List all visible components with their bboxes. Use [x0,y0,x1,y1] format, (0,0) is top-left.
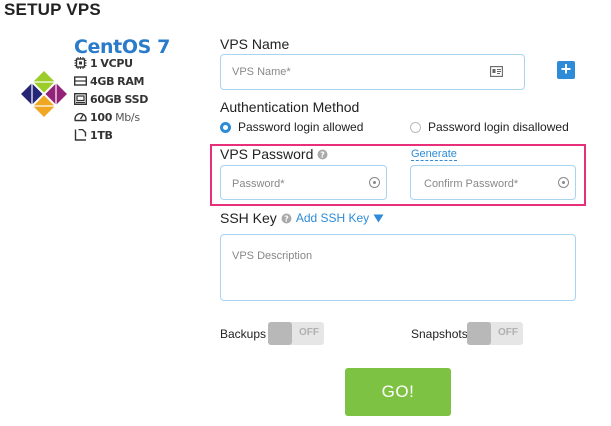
centos-logo-icon [18,68,70,120]
ram-icon [74,76,87,86]
radio-selected[interactable] [220,121,231,133]
password-input[interactable]: Password* [220,165,387,200]
spec-value: 1 [90,56,98,70]
snapshots-toggle[interactable]: OFF [467,322,523,345]
auth-option-label: Password login disallowed [428,120,569,134]
vps-description-placeholder: VPS Description [232,250,313,262]
go-button[interactable]: GO! [345,368,451,416]
vps-password-label: VPS Password [220,146,314,162]
svg-text:?: ? [284,214,289,223]
add-vps-button[interactable]: + [557,60,575,79]
speed-gauge-icon [74,112,87,122]
toggle-state: OFF [299,327,319,338]
spec-unit: Mb/s [115,110,140,124]
spec-bandwidth: 1TB [74,127,113,143]
radio-unselected[interactable] [410,121,421,133]
caret-down-icon[interactable] [373,214,384,223]
help-icon[interactable]: ? [317,149,328,160]
spec-ram: 4GB RAM [74,73,145,89]
eye-icon[interactable] [558,177,569,188]
generate-password-link[interactable]: Generate [411,148,457,161]
spec-unit: RAM [117,74,145,88]
bandwidth-icon [74,129,87,141]
spec-disk: 60GB SSD [74,91,148,107]
vps-name-label: VPS Name [220,36,290,52]
spec-cpu: 1 VCPU [74,55,133,71]
cpu-icon [74,57,87,69]
help-icon[interactable]: ? [281,213,292,224]
password-placeholder: Password* [232,178,285,190]
backups-label: Backups [220,327,267,341]
vps-name-input[interactable]: VPS Name* [220,54,525,90]
spec-value: 1TB [90,128,113,142]
eye-icon[interactable] [369,177,380,188]
toggle-knob [467,322,491,345]
auth-option-disallowed[interactable]: Password login disallowed [410,120,569,134]
vps-password-header: VPS Password ? [220,146,328,162]
spec-unit: VCPU [100,56,133,70]
toggle-state: OFF [498,327,518,338]
auth-option-label: Password login allowed [238,120,364,134]
spec-value: 4GB [90,74,115,88]
auth-method-label: Authentication Method [220,99,360,115]
spec-unit: SSD [124,92,149,106]
id-card-icon [490,66,503,77]
vps-name-placeholder: VPS Name* [232,66,291,78]
ssh-key-header: SSH Key ? Add SSH Key [220,210,384,226]
confirm-password-input[interactable]: Confirm Password* [410,165,576,200]
toggle-knob [268,322,292,345]
page-title: SETUP VPS [4,0,101,19]
auth-option-allowed[interactable]: Password login allowed [220,120,363,134]
backups-toggle[interactable]: OFF [268,322,324,345]
spec-speed: 100 Mb/s [74,109,140,125]
snapshots-label: Snapshots [411,327,468,341]
confirm-password-placeholder: Confirm Password* [424,178,519,190]
ssh-key-label: SSH Key [220,210,277,226]
svg-text:?: ? [321,150,326,159]
vps-description-textarea[interactable]: VPS Description [220,234,576,301]
disk-icon [74,93,87,105]
spec-value: 60GB [90,92,122,106]
add-ssh-key-link[interactable]: Add SSH Key [296,211,369,225]
spec-value: 100 [90,110,113,124]
